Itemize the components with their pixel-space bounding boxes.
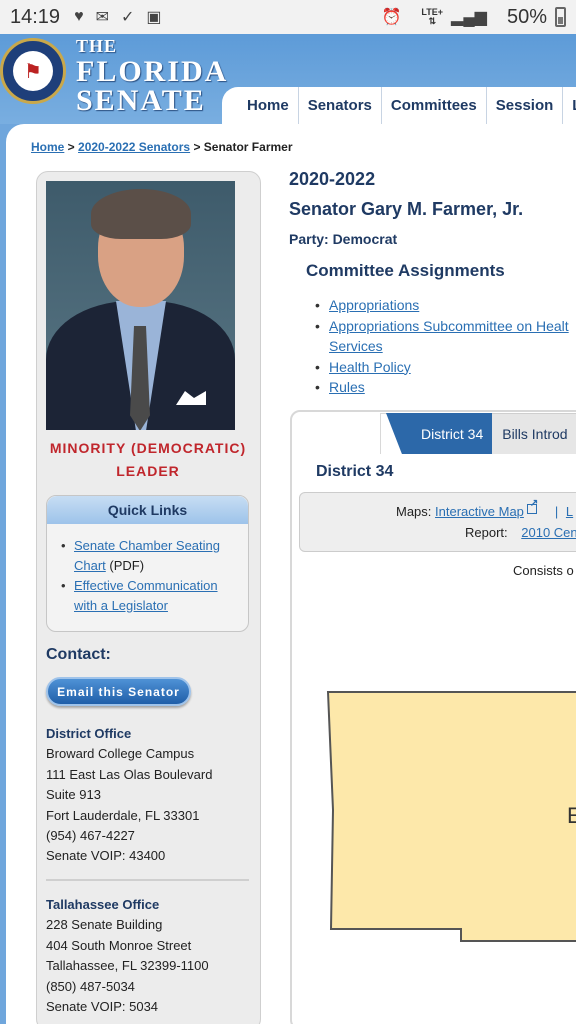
address-line: 228 Senate Building — [46, 917, 163, 933]
site-brand[interactable]: THE FLORIDA SENATE — [76, 34, 229, 117]
nav-senators[interactable]: Senators — [299, 87, 382, 124]
nav-session[interactable]: Session — [487, 87, 564, 124]
status-time: 14:19 — [10, 5, 61, 28]
committee-link-approp-health[interactable]: Appropriations Subcommittee on Healt Serv… — [329, 318, 569, 355]
committee-link-appropriations[interactable]: Appropriations — [329, 297, 419, 313]
effective-communication-link[interactable]: Effective Communication with a Legislator — [74, 578, 218, 613]
breadcrumb: Home > 2020-2022 Senators > Senator Farm… — [31, 140, 293, 154]
flag-icon: ⚑ — [13, 51, 53, 91]
party-label: Party: Democrat — [289, 231, 398, 247]
site-header: ⚑ THE FLORIDA SENATE Home Senators Commi… — [0, 34, 576, 124]
divider — [46, 879, 249, 881]
nav-more[interactable]: L — [563, 87, 576, 124]
list-item: Effective Communicationwith a Legislator — [61, 576, 238, 616]
senator-photo — [46, 181, 235, 430]
email-senator-button[interactable]: Email this Senator — [46, 677, 191, 706]
list-item: Appropriations Subcommittee on HealtServ… — [315, 316, 569, 357]
district-map[interactable] — [326, 690, 576, 946]
leadership-title-line2: LEADER — [116, 463, 180, 479]
district-heading: District 34 — [316, 463, 394, 480]
breadcrumb-senators[interactable]: 2020-2022 Senators — [78, 140, 190, 154]
maps-more-link[interactable]: L — [566, 504, 573, 519]
address-line: 111 East Las Olas Boulevard — [46, 766, 213, 782]
district-office: District Office Broward College Campus 1… — [46, 724, 212, 867]
address-line: Fort Lauderdale, FL 33301 — [46, 807, 200, 823]
battery-icon — [555, 7, 566, 27]
tallahassee-office-title: Tallahassee Office — [46, 897, 160, 912]
census-report-link[interactable]: 2010 Cen — [521, 525, 576, 540]
mail-icon: ✉ — [95, 9, 109, 26]
leadership-title: MINORITY (DEMOCRATIC) LEADER — [38, 437, 258, 483]
tallahassee-office: Tallahassee Office 228 Senate Building 4… — [46, 895, 209, 1017]
report-label: Report: — [465, 525, 508, 540]
voip-number: Senate VOIP: 5034 — [46, 999, 159, 1015]
quick-links-title: Quick Links — [47, 496, 248, 524]
breadcrumb-separator: > — [190, 140, 204, 154]
committee-assignments-title: Committee Assignments — [306, 261, 505, 280]
list-item: Appropriations — [315, 295, 569, 316]
district-tabs: District 34 Bills Introd — [380, 413, 576, 454]
maps-label: Maps: — [396, 504, 432, 519]
seating-chart-link[interactable]: Senate Chamber Seating Chart — [74, 538, 220, 573]
address-line: 404 South Monroe Street — [46, 937, 192, 953]
interactive-map-link[interactable]: Interactive Map — [435, 504, 524, 519]
breadcrumb-separator: > — [64, 140, 79, 154]
tab-district[interactable]: District 34 — [386, 413, 493, 454]
breadcrumb-current: Senator Farmer — [203, 140, 293, 154]
address-line: Tallahassee, FL 32399-1100 — [46, 958, 209, 974]
term-heading: 2020-2022 — [289, 169, 376, 189]
breadcrumb-home[interactable]: Home — [31, 140, 64, 154]
battery-percent: 50% — [506, 5, 547, 28]
main-nav: Home Senators Committees Session L — [222, 87, 576, 124]
separator: | — [554, 504, 559, 519]
signal-icon: ▂▄▆ — [451, 9, 487, 26]
alarm-icon: ⏰ — [381, 9, 402, 26]
network-indicator: LTE+ ⇅ — [421, 7, 444, 26]
status-bar: 14:19 ♥ ✉ ✓ ▣ ⏰ LTE+ ⇅ ▂▄▆ 50% — [0, 0, 576, 34]
tab-bills-introduced[interactable]: Bills Introd — [492, 413, 576, 454]
brand-senate: SENATE — [76, 84, 206, 117]
external-link-icon — [526, 498, 538, 514]
phone-number[interactable]: (850) 487-5034 — [46, 977, 209, 997]
committee-link-rules[interactable]: Rules — [329, 379, 365, 395]
leadership-title-line1: MINORITY (DEMOCRATIC) — [49, 440, 247, 456]
district-info-box: Maps: Interactive Map | L Report: 2010 Ce… — [299, 492, 576, 552]
address-line: Suite 913 — [46, 787, 101, 803]
check-icon: ✓ — [120, 9, 135, 26]
committee-list: Appropriations Appropriations Subcommitt… — [315, 295, 569, 398]
map-label: E — [567, 803, 576, 828]
list-item: Rules — [315, 377, 569, 398]
district-description: Consists o — [513, 563, 574, 578]
nav-home[interactable]: Home — [222, 87, 299, 124]
iheart-icon: ♥ — [74, 8, 84, 25]
committee-link-health-policy[interactable]: Health Policy — [329, 359, 411, 375]
brand-florida: FLORIDA — [76, 55, 229, 88]
senate-seal-logo[interactable]: ⚑ — [0, 38, 66, 104]
list-item: Health Policy — [315, 357, 569, 378]
senator-name: Senator Gary M. Farmer, Jr. — [289, 199, 524, 219]
district-office-title: District Office — [46, 726, 132, 741]
phone-number[interactable]: (954) 467-4227 — [46, 826, 212, 846]
brand-the: THE — [76, 36, 118, 56]
quick-links-box: Quick Links Senate Chamber SeatingChart … — [46, 495, 249, 632]
image-icon: ▣ — [146, 9, 162, 26]
pdf-label: (PDF) — [105, 558, 145, 573]
list-item: Senate Chamber SeatingChart (PDF) — [61, 536, 238, 576]
nav-committees[interactable]: Committees — [382, 87, 487, 124]
contact-title: Contact: — [46, 646, 111, 663]
address-line: Broward College Campus — [46, 746, 195, 762]
voip-number: Senate VOIP: 43400 — [46, 848, 166, 864]
